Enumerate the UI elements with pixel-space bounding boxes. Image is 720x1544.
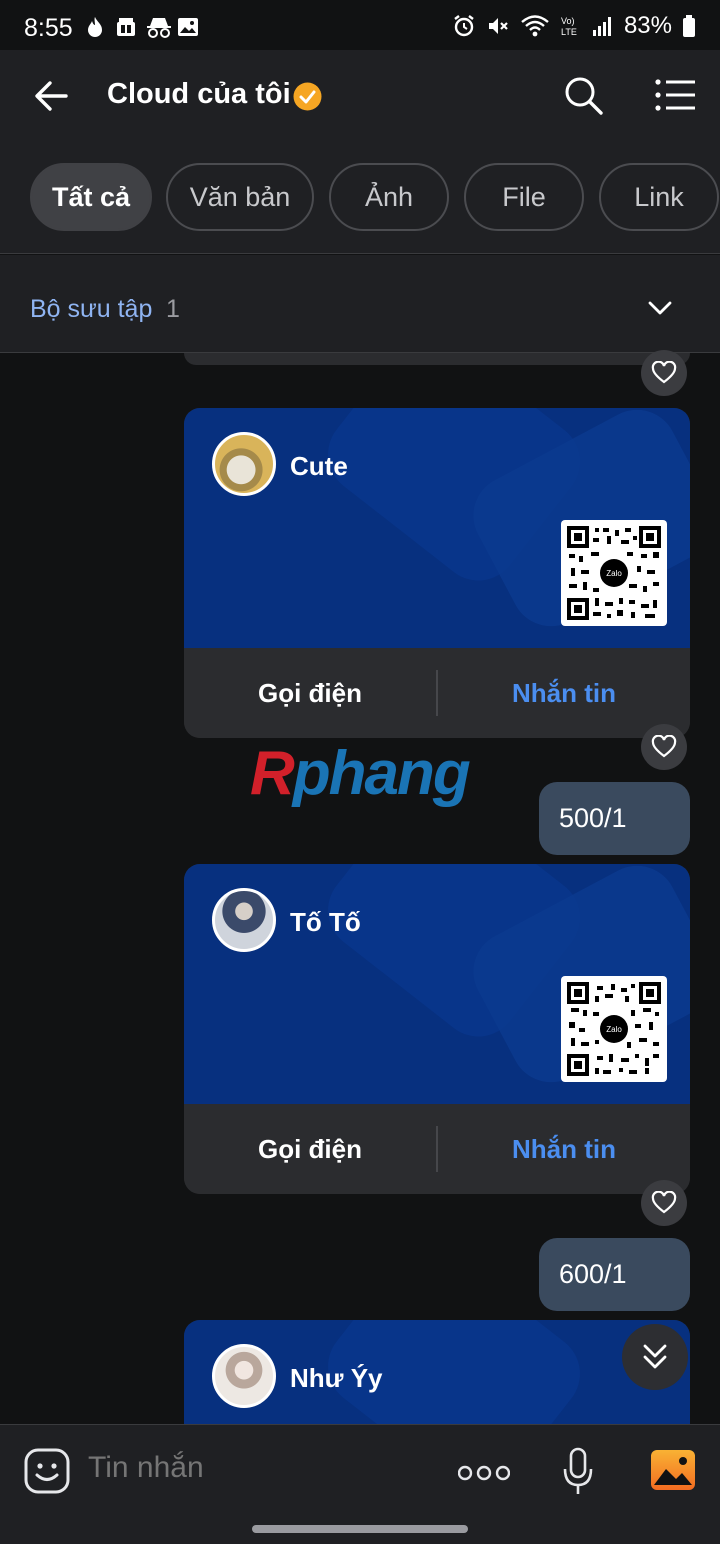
call-button[interactable]: Gọi điện	[184, 1104, 436, 1194]
card-actions: Gọi điện Nhắn tin	[184, 648, 690, 738]
like-button[interactable]	[641, 724, 687, 770]
heart-icon	[651, 361, 677, 384]
more-options-button[interactable]	[457, 1463, 511, 1483]
svg-text:LTE: LTE	[561, 27, 577, 37]
heart-icon	[651, 735, 677, 758]
collection-row[interactable]: Bộ sưu tập 1	[0, 255, 720, 353]
arrow-left-icon	[35, 81, 68, 111]
battery-percent: 83%	[623, 12, 672, 39]
mute-icon	[488, 18, 508, 34]
message-bubble[interactable]: 600/1	[539, 1238, 690, 1311]
emoji-sticker-icon	[24, 1448, 70, 1494]
contact-card-header: Cute Zalo	[184, 408, 690, 648]
qr-code-image: Zalo	[567, 526, 661, 620]
incognito-icon	[146, 16, 171, 38]
scroll-to-bottom-button[interactable]	[622, 1324, 688, 1390]
watermark-rest: phang	[292, 739, 471, 808]
message-bubble[interactable]: 500/1	[539, 782, 690, 855]
avatar[interactable]	[212, 432, 276, 496]
contact-name: Như Ýy	[290, 1363, 383, 1393]
tab-all[interactable]: Tất cả	[30, 163, 152, 231]
tab-photos[interactable]: Ảnh	[329, 163, 449, 231]
filter-tabs: Tất cả Văn bản Ảnh File Link	[0, 140, 720, 254]
fire-app-icon	[84, 16, 106, 38]
microphone-icon	[563, 1447, 593, 1494]
double-chevron-down-icon	[643, 1344, 667, 1369]
contact-name: Tố Tố	[290, 907, 361, 937]
call-button[interactable]: Gọi điện	[184, 648, 436, 738]
menu-button[interactable]	[654, 78, 696, 112]
contact-card[interactable]: Cute Zalo Gọi điện Nhắn tin	[184, 408, 690, 738]
status-right-icons: Vo) LTE 83%	[452, 12, 696, 40]
tab-links[interactable]: Link	[599, 163, 719, 231]
contact-card[interactable]: Tố Tố Zalo Gọi điện Nhắn tin	[184, 864, 690, 1194]
sticker-button[interactable]	[24, 1448, 70, 1494]
image-gallery-icon	[651, 1450, 695, 1490]
more-dots-icon	[457, 1465, 511, 1481]
like-button[interactable]	[641, 1180, 687, 1226]
status-left-icons	[84, 16, 199, 38]
collection-count: 1	[166, 295, 180, 323]
like-button[interactable]	[641, 350, 687, 396]
message-input[interactable]	[88, 1451, 428, 1485]
battery-icon	[683, 15, 695, 37]
message-button[interactable]: Nhắn tin	[438, 1104, 690, 1194]
wifi-icon	[521, 15, 549, 37]
contact-card[interactable]: Như Ýy	[184, 1320, 690, 1424]
search-button[interactable]	[562, 74, 604, 116]
status-bar: 8:55 Vo) LTE 83%	[0, 0, 720, 56]
store-icon	[115, 16, 137, 38]
qr-zalo-label: Zalo	[606, 1025, 622, 1034]
card-actions: Gọi điện Nhắn tin	[184, 1104, 690, 1194]
contact-card-header: Như Ýy	[184, 1320, 690, 1424]
message-button[interactable]: Nhắn tin	[438, 648, 690, 738]
qr-code[interactable]: Zalo	[561, 976, 667, 1082]
svg-text:Vo): Vo)	[561, 16, 575, 26]
contact-name: Cute	[290, 451, 348, 481]
tab-text[interactable]: Văn bản	[166, 163, 314, 231]
app-header: Cloud của tôi	[0, 50, 720, 140]
gallery-icon	[177, 16, 199, 38]
alarm-icon	[454, 15, 474, 37]
back-button[interactable]	[28, 74, 76, 118]
home-indicator[interactable]	[252, 1525, 468, 1533]
contact-card-header: Tố Tố Zalo	[184, 864, 690, 1104]
volte-icon: Vo)LTE	[561, 16, 577, 37]
signal-icon	[592, 17, 611, 36]
collection-label: Bộ sưu tập	[30, 295, 153, 323]
watermark-r: R	[250, 739, 295, 808]
heart-icon	[651, 1191, 677, 1214]
qr-zalo-label: Zalo	[606, 569, 622, 578]
status-time: 8:55	[24, 14, 73, 42]
previous-card-edge	[184, 353, 690, 365]
tab-files[interactable]: File	[464, 163, 584, 231]
avatar[interactable]	[212, 888, 276, 952]
image-picker-button[interactable]	[650, 1449, 696, 1491]
watermark-logo: Rphang	[250, 738, 471, 809]
list-menu-icon	[655, 79, 695, 111]
verified-badge-icon	[292, 81, 323, 112]
avatar[interactable]	[212, 1344, 276, 1408]
qr-code[interactable]: Zalo	[561, 520, 667, 626]
chevron-down-icon[interactable]	[646, 298, 674, 318]
page-title: Cloud của tôi	[107, 78, 291, 110]
qr-code-image: Zalo	[567, 982, 661, 1076]
microphone-button[interactable]	[562, 1447, 594, 1497]
search-icon	[565, 77, 603, 115]
